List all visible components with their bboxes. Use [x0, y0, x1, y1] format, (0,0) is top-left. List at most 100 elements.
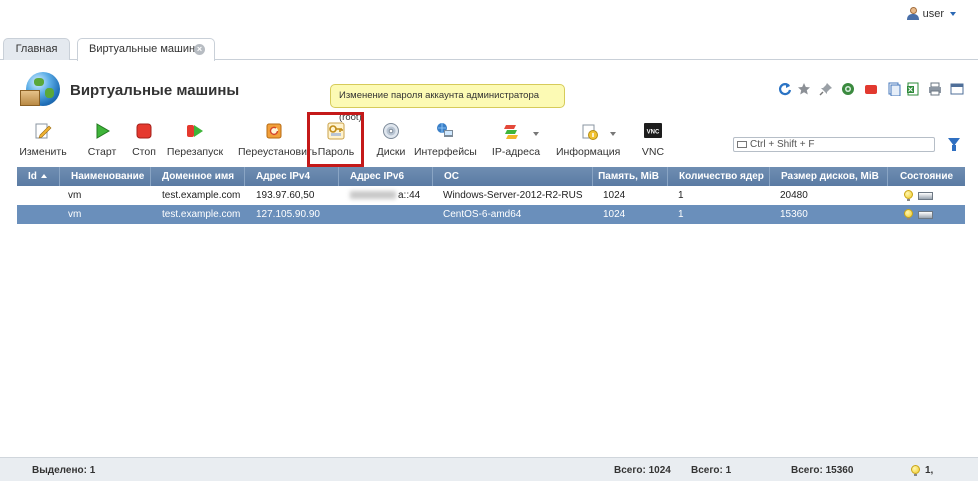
- total-disk: Всего: 15360: [791, 465, 854, 476]
- filter-icon[interactable]: [948, 138, 960, 151]
- start-label: Старт: [87, 146, 117, 158]
- ip-addresses-button[interactable]: IP-адреса: [490, 118, 542, 160]
- column-ipv4[interactable]: Адрес IPv4: [245, 167, 339, 186]
- keyboard-icon: [737, 141, 747, 148]
- vnc-icon: VNC: [644, 122, 662, 140]
- reinstall-button[interactable]: Переустановить: [238, 118, 318, 160]
- sort-asc-icon: [40, 174, 47, 178]
- svg-text:VNC: VNC: [647, 130, 660, 136]
- cell-memory: 1024: [603, 209, 626, 220]
- cell-ipv4: 193.97.60,50: [256, 190, 315, 201]
- hdd-icon: [918, 192, 933, 200]
- cell-cpu: 1: [678, 209, 684, 220]
- edit-button[interactable]: Изменить: [17, 118, 69, 160]
- info-button[interactable]: Информация: [556, 118, 621, 160]
- top-bar: user: [0, 0, 978, 28]
- cell-os: CentOS-6-amd64: [443, 209, 522, 220]
- cell-memory: 1024: [603, 190, 626, 201]
- stop-icon: [135, 122, 153, 140]
- reinstall-icon: [265, 122, 283, 140]
- tab-bar: Главная Виртуальные машины ×: [0, 38, 978, 61]
- column-state[interactable]: Состояние: [888, 167, 965, 186]
- stop-button[interactable]: Стоп: [130, 118, 158, 160]
- chevron-down-icon: [950, 11, 956, 16]
- state-bulb-icon: [904, 190, 914, 201]
- cell-domain: test.example.com: [162, 190, 241, 201]
- cell-disk-size: 20480: [780, 190, 808, 201]
- column-ipv6[interactable]: Адрес IPv6: [339, 167, 433, 186]
- edit-label: Изменить: [19, 146, 67, 158]
- table-footer: Выделено: 1 Всего: 1024 Всего: 1 Всего: …: [0, 457, 978, 481]
- refresh-icon[interactable]: [778, 82, 792, 96]
- disk-icon: [382, 122, 400, 140]
- star-icon[interactable]: [797, 82, 811, 96]
- hdd-icon: [918, 211, 933, 219]
- table-row-selected[interactable]: vm test.example.com 127.105.90.90 CentOS…: [17, 205, 965, 224]
- ip-addresses-label: IP-адреса: [491, 146, 541, 158]
- blurred-text: [350, 191, 396, 200]
- selected-count: Выделено: 1: [32, 465, 96, 476]
- column-cpu[interactable]: Количество ядер: [668, 167, 770, 186]
- cell-disk-size: 15360: [780, 209, 808, 220]
- restart-icon: [186, 122, 204, 140]
- edit-icon: [34, 122, 52, 140]
- total-memory: Всего: 1024: [614, 465, 671, 476]
- play-icon: [93, 122, 111, 140]
- chevron-down-icon: [533, 132, 539, 136]
- restart-button[interactable]: Перезапуск: [166, 118, 224, 160]
- column-os[interactable]: ОС: [433, 167, 593, 186]
- tab-home[interactable]: Главная: [3, 38, 70, 60]
- cell-name: vm: [68, 190, 82, 201]
- pin-icon[interactable]: [819, 82, 833, 96]
- close-icon[interactable]: ×: [194, 44, 205, 55]
- state-bulb-icon: [911, 465, 921, 476]
- interfaces-button[interactable]: Интерфейсы: [414, 118, 477, 160]
- column-name[interactable]: Наименование: [60, 167, 151, 186]
- search-placeholder: Ctrl + Shift + F: [750, 139, 815, 150]
- cell-domain: test.example.com: [162, 209, 241, 220]
- cell-cpu: 1: [678, 190, 684, 201]
- user-icon: [906, 7, 919, 20]
- user-menu[interactable]: user: [906, 7, 956, 20]
- vnc-label: VNC: [641, 146, 665, 158]
- start-button[interactable]: Старт: [86, 118, 118, 160]
- chevron-down-icon: [610, 132, 616, 136]
- stop-label: Стоп: [132, 146, 156, 158]
- interfaces-label: Интерфейсы: [414, 146, 477, 158]
- disks-label: Диски: [376, 146, 406, 158]
- table-header: Id Наименование Доменное имя Адрес IPv4 …: [17, 167, 965, 186]
- column-id[interactable]: Id: [17, 167, 60, 186]
- stop-square-icon[interactable]: [864, 82, 878, 96]
- info-label: Информация: [556, 146, 621, 158]
- tab-virtual-machines[interactable]: Виртуальные машины ×: [77, 38, 215, 61]
- vm-table: Id Наименование Доменное имя Адрес IPv4 …: [17, 167, 965, 224]
- info-icon: [581, 122, 599, 140]
- network-icon: [436, 122, 454, 140]
- print-icon[interactable]: [928, 82, 942, 96]
- reinstall-label: Переустановить: [238, 146, 318, 158]
- column-disk-size[interactable]: Размер дисков, MiB: [770, 167, 888, 186]
- search-input[interactable]: Ctrl + Shift + F: [733, 137, 935, 152]
- cell-os: Windows-Server-2012-R2-RUS: [443, 190, 583, 201]
- user-name: user: [922, 7, 944, 20]
- column-memory[interactable]: Память, MiB: [593, 167, 668, 186]
- page-actions: [0, 82, 978, 98]
- state-bulb-icon: [904, 209, 914, 220]
- copy-icon[interactable]: [887, 82, 901, 96]
- cell-name: vm: [68, 209, 82, 220]
- total-cpu: Всего: 1: [691, 465, 732, 476]
- vnc-button[interactable]: VNC VNC: [638, 118, 668, 160]
- password-button-highlight: [307, 112, 364, 167]
- ip-addresses-icon: [502, 122, 520, 140]
- cell-ipv4: 127.105.90.90: [256, 209, 320, 220]
- disks-button[interactable]: Диски: [374, 118, 408, 160]
- tab-label: Виртуальные машины: [89, 43, 203, 55]
- excel-export-icon[interactable]: [906, 82, 920, 96]
- restart-label: Перезапуск: [166, 146, 224, 158]
- table-row[interactable]: vm test.example.com 193.97.60,50 a::44 W…: [17, 186, 965, 205]
- window-icon[interactable]: [950, 82, 964, 96]
- column-domain[interactable]: Доменное имя: [151, 167, 245, 186]
- cell-ipv6: a::44: [350, 186, 420, 205]
- globe-help-icon[interactable]: [841, 82, 855, 96]
- total-state: 1,: [925, 465, 934, 476]
